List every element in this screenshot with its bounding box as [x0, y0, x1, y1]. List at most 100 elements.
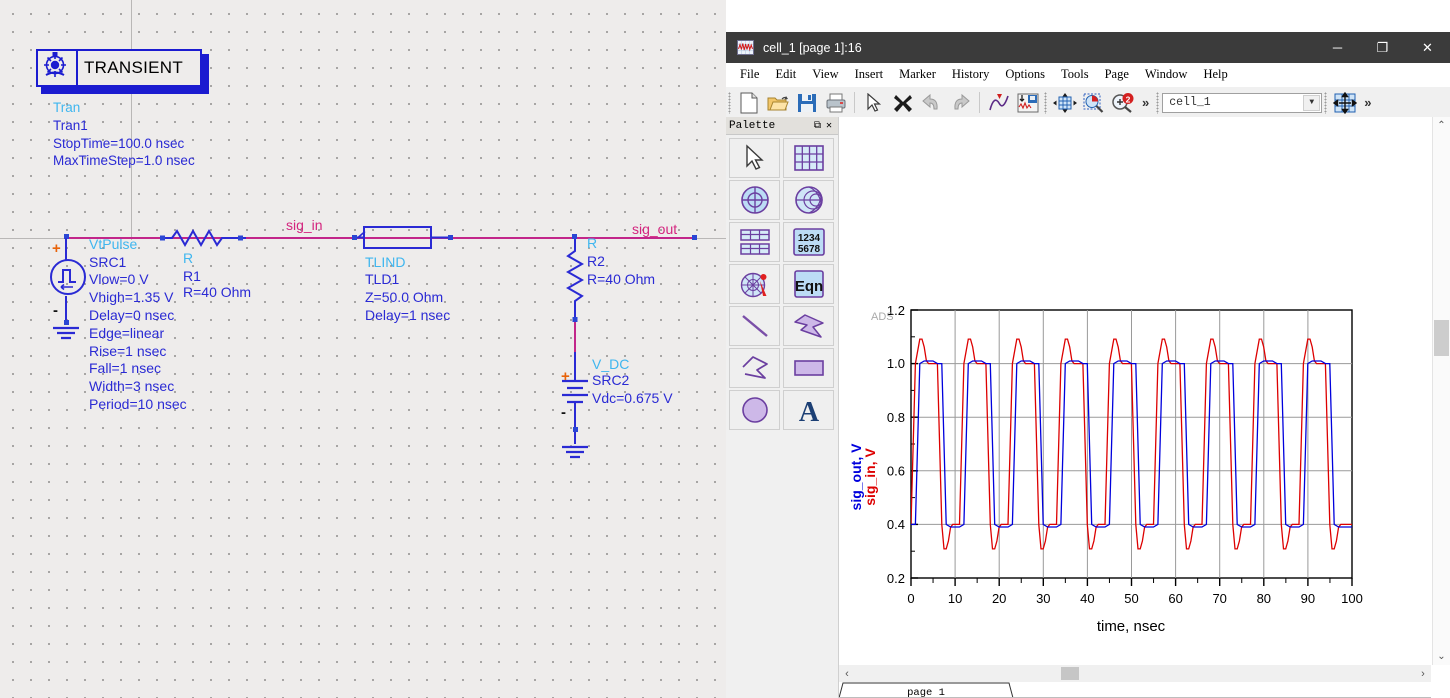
palette-circle-tool-icon[interactable]: [729, 390, 780, 430]
palette-equation-icon[interactable]: Eqn: [783, 264, 834, 304]
menu-view[interactable]: View: [804, 65, 846, 84]
resistor-r2-symbol[interactable]: [565, 239, 585, 325]
net-label-sig-in[interactable]: sig_in: [286, 217, 323, 233]
close-button[interactable]: ✕: [1405, 32, 1450, 63]
page-tab-bar: page 1: [839, 682, 1431, 698]
menu-file[interactable]: File: [732, 65, 767, 84]
toolbar-overflow-1[interactable]: »: [1137, 95, 1154, 110]
select-arrow-icon[interactable]: [859, 89, 888, 116]
minimize-button[interactable]: ─: [1315, 32, 1360, 63]
xtick-label-9: 90: [1301, 591, 1315, 606]
zoom-area-icon[interactable]: [1079, 89, 1108, 116]
save-icon[interactable]: [792, 89, 821, 116]
src2-name-label: SRC2: [592, 372, 630, 388]
palette-select-arrow-icon[interactable]: [729, 138, 780, 178]
plot-pane[interactable]: 0.2 0.4 0.6 0.8 1.0 1.2 0 10 20 30 40 50…: [839, 117, 1450, 698]
horizontal-scrollbar[interactable]: ‹ ›: [839, 665, 1431, 682]
toolbar-overflow-2[interactable]: »: [1359, 95, 1376, 110]
window-body: Palette ⧉ ✕ 1234 5678 Eqn A 0.2 0.4 0.6 …: [726, 117, 1450, 698]
menu-window[interactable]: Window: [1137, 65, 1196, 84]
wire-r2-to-src2[interactable]: [574, 322, 576, 354]
palette-line-tool-icon[interactable]: [729, 306, 780, 346]
palette-title: Palette: [729, 119, 776, 132]
palette-undock-icon[interactable]: ⧉: [814, 120, 821, 132]
palette-polyline-tool-icon[interactable]: [729, 348, 780, 388]
window-title: cell_1 [page 1]:16: [763, 40, 862, 55]
net-label-sig-out[interactable]: sig_out: [632, 221, 677, 237]
waveform-plot[interactable]: 0.2 0.4 0.6 0.8 1.0 1.2 0 10 20 30 40 50…: [839, 117, 1431, 665]
palette-polar-plot-icon[interactable]: [729, 180, 780, 220]
toolbar-grip-4[interactable]: [1324, 91, 1328, 114]
chevron-down-icon[interactable]: ▼: [1303, 94, 1321, 111]
new-page-icon[interactable]: [734, 89, 763, 116]
write-data-icon[interactable]: [1013, 89, 1042, 116]
palette-text-tool-icon[interactable]: A: [783, 390, 834, 430]
vtpulse-source-symbol[interactable]: [50, 258, 86, 296]
menu-help[interactable]: Help: [1195, 65, 1235, 84]
toolbar-grip-3[interactable]: [1156, 91, 1160, 114]
menu-page[interactable]: Page: [1097, 65, 1137, 84]
window-titlebar[interactable]: cell_1 [page 1]:16 ─ ❐ ✕: [726, 32, 1450, 63]
toolbar-separator-2: [979, 92, 980, 113]
palette-rectangle-tool-icon[interactable]: [783, 348, 834, 388]
ground-symbol-src1: [53, 325, 79, 343]
palette-smith-chart-icon[interactable]: [783, 180, 834, 220]
tline-name-label: TLD1: [365, 271, 400, 287]
zoom-in-icon[interactable]: 2: [1108, 89, 1137, 116]
controller-line-name: Tran1: [53, 118, 88, 133]
toolbar-grip-1[interactable]: [728, 91, 731, 114]
menu-history[interactable]: History: [944, 65, 998, 84]
xtick-label-4: 40: [1080, 591, 1094, 606]
vscroll-up-arrow[interactable]: ⌃: [1433, 117, 1450, 134]
menu-tools[interactable]: Tools: [1053, 65, 1097, 84]
pan-icon[interactable]: [1050, 89, 1079, 116]
palette-list-table-icon[interactable]: [729, 222, 780, 262]
menu-marker[interactable]: Marker: [891, 65, 944, 84]
hscroll-right-arrow[interactable]: ›: [1415, 665, 1431, 682]
src1-param-vhigh: Vhigh=1.35 V: [89, 289, 174, 305]
redo-icon[interactable]: [946, 89, 975, 116]
palette-antenna-pattern-icon[interactable]: [729, 264, 780, 304]
page-tab-label[interactable]: page 1: [907, 687, 945, 698]
wire-src1-bottom: [65, 296, 68, 323]
vertical-scrollbar[interactable]: ⌃ ⌄: [1432, 117, 1450, 665]
palette-numeric-icon[interactable]: 1234 5678: [783, 222, 834, 262]
src1-param-period: Period=10 nsec: [89, 396, 187, 412]
palette-rectangular-plot-icon[interactable]: [783, 138, 834, 178]
r2-type-label: R: [587, 235, 598, 251]
palette-close-icon[interactable]: ✕: [826, 120, 832, 132]
move-grid-icon[interactable]: [1330, 89, 1359, 116]
maximize-button[interactable]: ❐: [1360, 32, 1405, 63]
palette-polygon-tool-icon[interactable]: [783, 306, 834, 346]
src2-value-label: Vdc=0.675 V: [592, 390, 673, 406]
hscroll-left-arrow[interactable]: ‹: [839, 665, 855, 682]
schematic-canvas[interactable]: TRANSIENT Tran Tran1 StopTime=100.0 nsec…: [0, 0, 726, 698]
resistor-r1-symbol[interactable]: [160, 228, 246, 248]
r1-value-label: R=40 Ohm: [183, 284, 252, 300]
svg-text:1234: 1234: [797, 233, 820, 244]
cell-selector-combobox[interactable]: cell_1 ▼: [1162, 92, 1323, 113]
menu-edit[interactable]: Edit: [767, 65, 804, 84]
src1-param-width: Width=3 nsec: [89, 378, 175, 394]
toolbar-grip-2[interactable]: [1044, 91, 1047, 114]
open-folder-icon[interactable]: [763, 89, 792, 116]
src2-minus-sign: -: [561, 404, 566, 421]
vertical-scrollbar-thumb[interactable]: [1434, 320, 1449, 356]
undo-icon[interactable]: [917, 89, 946, 116]
delete-x-icon[interactable]: [888, 89, 917, 116]
src2-plus-sign: +: [561, 368, 570, 385]
transient-controller-symbol[interactable]: TRANSIENT: [36, 49, 209, 94]
print-icon[interactable]: [821, 89, 850, 116]
transmission-line-symbol[interactable]: [352, 225, 474, 251]
palette-header[interactable]: Palette ⧉ ✕: [726, 117, 838, 135]
insert-plot-icon[interactable]: [984, 89, 1013, 116]
plot-canvas[interactable]: 0.2 0.4 0.6 0.8 1.0 1.2 0 10 20 30 40 50…: [839, 117, 1431, 665]
xtick-label-10: 100: [1341, 591, 1363, 606]
vscroll-down-arrow[interactable]: ⌄: [1433, 648, 1450, 665]
horizontal-scrollbar-thumb[interactable]: [1061, 667, 1079, 680]
controller-line-stoptime: StopTime=100.0 nsec: [53, 136, 185, 151]
ads-data-display-icon: [737, 40, 754, 55]
xtick-label-5: 50: [1124, 591, 1138, 606]
menu-insert[interactable]: Insert: [847, 65, 891, 84]
menu-options[interactable]: Options: [997, 65, 1053, 84]
